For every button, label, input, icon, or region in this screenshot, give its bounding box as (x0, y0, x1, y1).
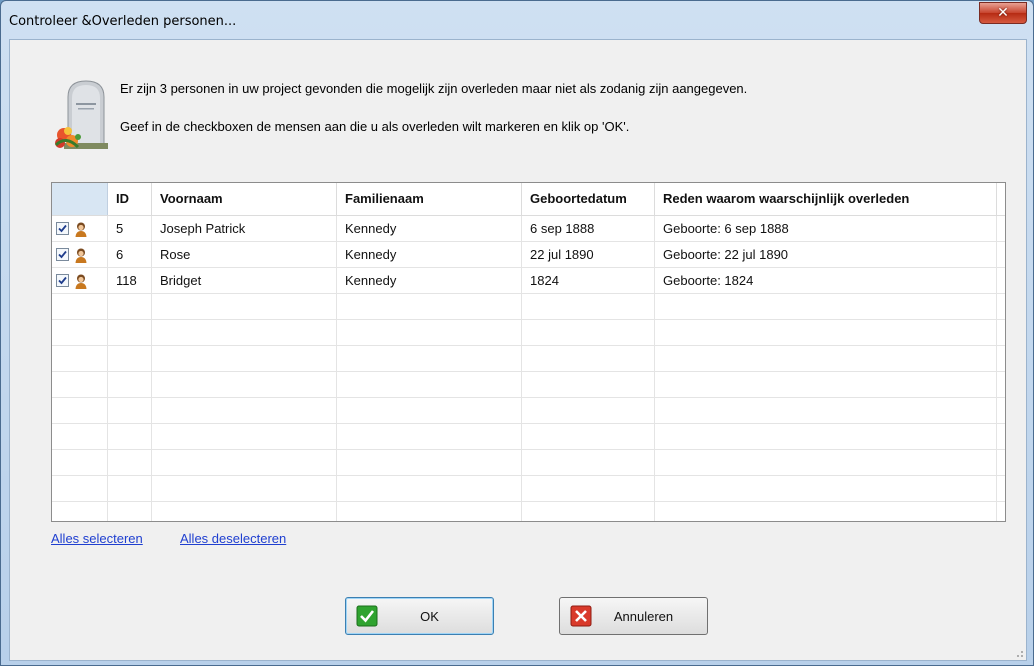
table-row[interactable]: 6 Rose Kennedy 22 jul 1890 Geboorte: 22 … (52, 242, 1005, 268)
cell-id: 6 (108, 242, 152, 267)
dialog-content: Er zijn 3 personen in uw project gevonde… (9, 39, 1027, 661)
empty-row (52, 450, 1005, 476)
column-header-reden[interactable]: Reden waarom waarschijnlijk overleden (655, 183, 997, 215)
cancel-button[interactable]: Annuleren (559, 597, 708, 635)
table-body: 5 Joseph Patrick Kennedy 6 sep 1888 Gebo… (52, 216, 1005, 521)
cell-geboortedatum: 1824 (522, 268, 655, 293)
window-title: Controleer &Overleden personen... (9, 14, 237, 29)
info-message-line2: Geef in de checkboxen de mensen aan die … (120, 119, 630, 134)
row-checkbox[interactable] (56, 248, 69, 261)
select-cell (52, 242, 108, 267)
empty-row (52, 398, 1005, 424)
select-cell (52, 216, 108, 241)
cell-geboortedatum: 6 sep 1888 (522, 216, 655, 241)
empty-row (52, 294, 1005, 320)
red-x-icon (570, 605, 592, 627)
cell-geboortedatum: 22 jul 1890 (522, 242, 655, 267)
close-button[interactable]: ✕ (979, 2, 1027, 24)
close-icon: ✕ (997, 5, 1009, 21)
column-header-select[interactable] (52, 183, 108, 215)
select-all-link[interactable]: Alles selecteren (51, 531, 143, 546)
green-checkmark-icon (356, 605, 378, 627)
row-checkbox[interactable] (56, 274, 69, 287)
column-header-id[interactable]: ID (108, 183, 152, 215)
person-icon (75, 274, 87, 289)
column-header-voornaam[interactable]: Voornaam (152, 183, 337, 215)
checkmark-icon (58, 276, 67, 285)
empty-row (52, 372, 1005, 398)
empty-row (52, 476, 1005, 502)
cell-reden: Geboorte: 22 jul 1890 (655, 242, 997, 267)
cell-familienaam: Kennedy (337, 242, 522, 267)
cell-voornaam: Joseph Patrick (152, 216, 337, 241)
deselect-all-link[interactable]: Alles deselecteren (180, 531, 286, 546)
persons-table[interactable]: ID Voornaam Familienaam Geboortedatum Re… (51, 182, 1006, 522)
cell-familienaam: Kennedy (337, 268, 522, 293)
ok-button[interactable]: OK (345, 597, 494, 635)
table-header: ID Voornaam Familienaam Geboortedatum Re… (52, 183, 1005, 216)
resize-grip-icon[interactable] (1014, 648, 1024, 658)
person-icon (75, 248, 87, 263)
checkmark-icon (58, 250, 67, 259)
empty-row (52, 424, 1005, 450)
empty-row (52, 502, 1005, 521)
cell-id: 118 (108, 268, 152, 293)
select-cell (52, 268, 108, 293)
dialog-window: Controleer &Overleden personen... ✕ Er z… (0, 0, 1034, 666)
person-icon (75, 222, 87, 237)
empty-row (52, 346, 1005, 372)
cell-voornaam: Rose (152, 242, 337, 267)
title-bar[interactable]: Controleer &Overleden personen... ✕ (1, 1, 1033, 39)
cancel-button-label: Annuleren (613, 608, 674, 624)
empty-row (52, 320, 1005, 346)
table-row[interactable]: 5 Joseph Patrick Kennedy 6 sep 1888 Gebo… (52, 216, 1005, 242)
cell-voornaam: Bridget (152, 268, 337, 293)
cell-id: 5 (108, 216, 152, 241)
ok-button-label: OK (420, 608, 439, 624)
row-checkbox[interactable] (56, 222, 69, 235)
table-row[interactable]: 118 Bridget Kennedy 1824 Geboorte: 1824 (52, 268, 1005, 294)
cell-familienaam: Kennedy (337, 216, 522, 241)
cell-reden: Geboorte: 6 sep 1888 (655, 216, 997, 241)
cell-reden: Geboorte: 1824 (655, 268, 997, 293)
column-header-familienaam[interactable]: Familienaam (337, 183, 522, 215)
tombstone-with-flowers-icon (54, 80, 108, 149)
column-header-geboortedatum[interactable]: Geboortedatum (522, 183, 655, 215)
checkmark-icon (58, 224, 67, 233)
info-message-line1: Er zijn 3 personen in uw project gevonde… (120, 81, 748, 96)
